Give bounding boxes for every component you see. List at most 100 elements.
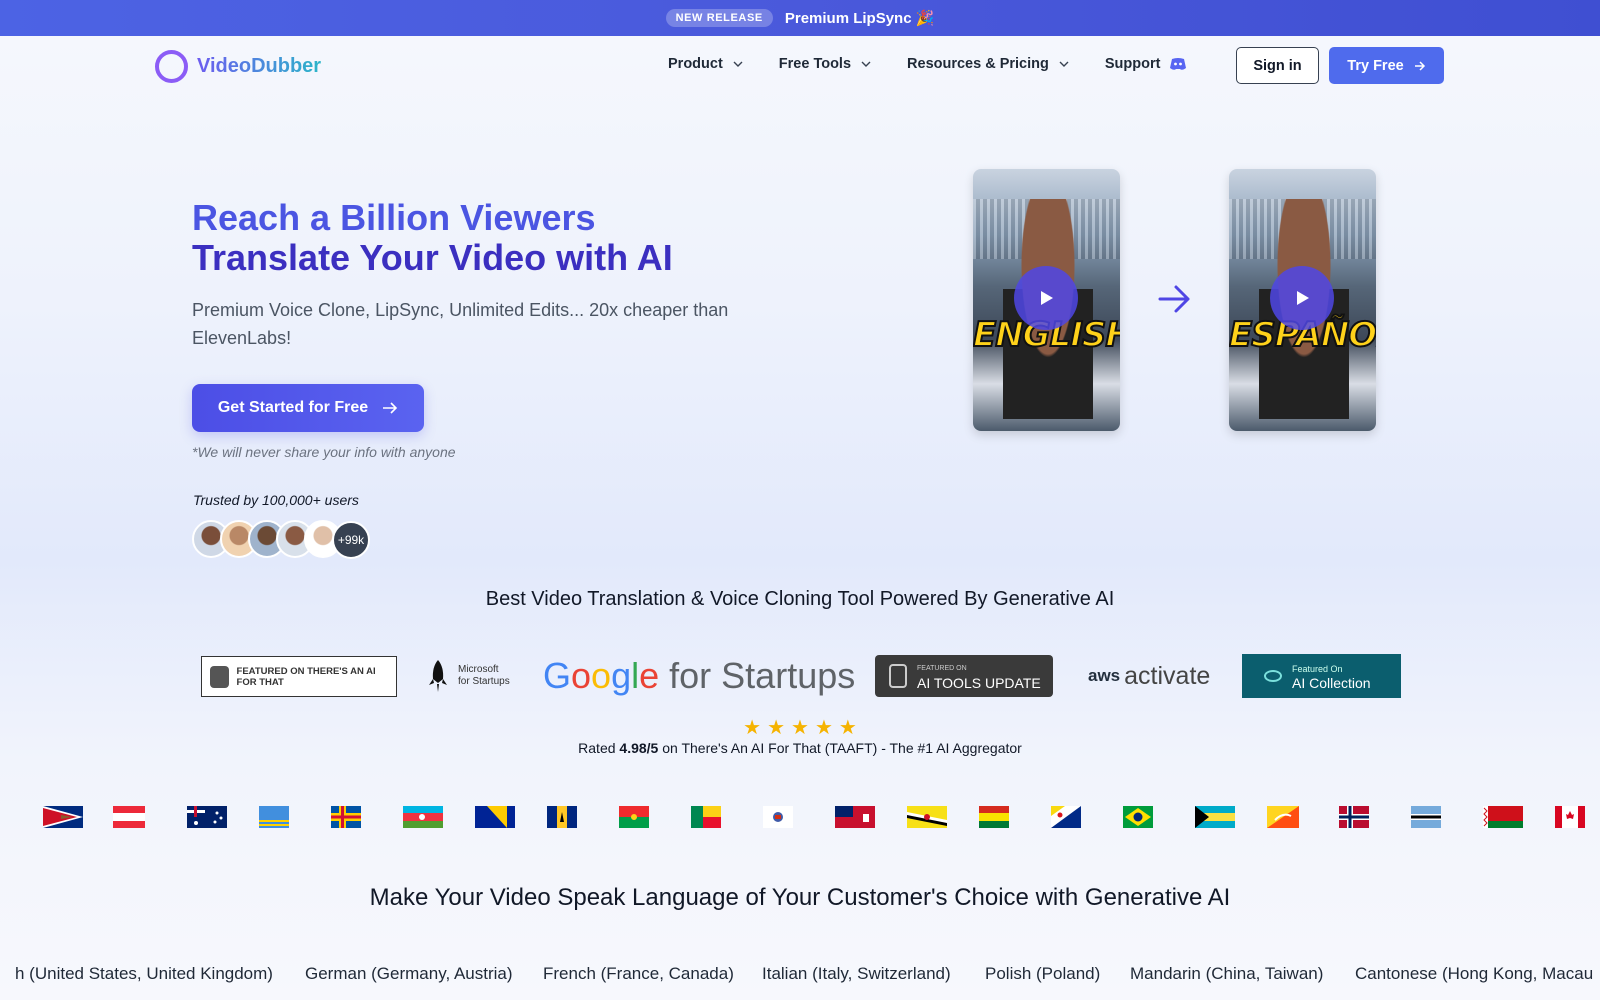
- bosnia-flag-icon: [475, 806, 515, 828]
- star-icon: ★: [743, 717, 762, 739]
- nav-item-label: Product: [668, 56, 723, 72]
- belarus-flag-icon: [1483, 806, 1523, 828]
- language-item: Italian (Italy, Switzerland): [762, 964, 951, 983]
- star-icon: ★: [838, 717, 857, 739]
- hero-title-line1: Reach a Billion Viewers: [192, 197, 596, 238]
- rating-stars: ★ ★ ★ ★ ★: [0, 718, 1600, 738]
- logo-text: VideoDubber: [197, 55, 322, 77]
- brunei-flag-icon: [907, 806, 947, 828]
- google-suffix: for Startups: [669, 655, 856, 696]
- language-item: French (France, Canada): [543, 964, 734, 983]
- logo-ring-icon: [155, 50, 188, 83]
- ai-collection-small: Featured On: [1292, 664, 1343, 674]
- sign-in-button[interactable]: Sign in: [1236, 47, 1319, 84]
- taaft-icon: [210, 665, 229, 688]
- ai-tools-label: AI TOOLS UPDATE: [917, 675, 1041, 691]
- canada-flag-icon: [1555, 806, 1585, 828]
- microsoft-startups-logo[interactable]: Microsoft for Startups: [428, 654, 512, 698]
- star-icon: ★: [791, 717, 809, 739]
- language-item: German (Germany, Austria): [305, 964, 513, 983]
- brazil-flag-icon: [1123, 806, 1153, 828]
- ai-tools-update-logo[interactable]: FEATURED ON AI TOOLS UPDATE: [875, 655, 1053, 697]
- video-card-translated[interactable]: ESPAÑOL: [1229, 169, 1376, 431]
- nav-item-label: Resources & Pricing: [907, 56, 1049, 72]
- languages-marquee: h (United States, United Kingdom) German…: [0, 964, 1600, 988]
- bolivia-flag-icon: [979, 806, 1009, 828]
- tagline: Best Video Translation & Voice Cloning T…: [485, 588, 1115, 610]
- ai-collection-label: AI Collection: [1292, 675, 1371, 691]
- arrow-right-icon: [1414, 60, 1425, 71]
- bermuda-flag-icon: [835, 806, 875, 828]
- google-wordmark: Google: [543, 655, 660, 696]
- try-free-label: Try Free: [1347, 57, 1404, 74]
- get-started-label: Get Started for Free: [217, 399, 369, 416]
- barbados-flag-icon: [547, 806, 577, 828]
- announcement-title[interactable]: Premium LipSync 🎉: [785, 9, 935, 27]
- ai-collection-logo-text: Featured On AI Collection: [1292, 662, 1371, 690]
- taaft-logo[interactable]: FEATURED ON THERE'S AN AI FOR THAT: [201, 656, 397, 697]
- aws-wordmark: aws: [1088, 666, 1121, 685]
- featured-logos: FEATURED ON THERE'S AN AI FOR THAT Micro…: [0, 654, 1600, 698]
- rating-prefix: Rated: [578, 740, 620, 756]
- chevron-down-icon: [1059, 61, 1069, 67]
- play-icon: [1041, 291, 1053, 305]
- try-free-button[interactable]: Try Free: [1329, 47, 1444, 84]
- new-release-badge: NEW RELEASE: [665, 9, 773, 27]
- nav-links: Product Free Tools Resources & Pricing S…: [668, 56, 1222, 72]
- aws-activate-text: activate: [1124, 661, 1211, 690]
- discord-icon: [1170, 58, 1187, 70]
- arrow-right-icon: [1158, 285, 1190, 313]
- announcement-bar[interactable]: NEW RELEASE Premium LipSync 🎉: [0, 0, 1600, 36]
- bahamas-flag-icon: [1195, 806, 1235, 828]
- chevron-down-icon: [733, 61, 743, 67]
- taaft-logo-text: FEATURED ON THERE'S AN AI FOR THAT: [236, 665, 376, 688]
- play-icon: [1297, 291, 1309, 305]
- nav-item-product[interactable]: Product: [668, 56, 743, 72]
- nav-item-free-tools[interactable]: Free Tools: [779, 56, 871, 72]
- bouvet-island-flag-icon: [1339, 806, 1369, 828]
- ai-tools-small: FEATURED ON: [917, 665, 967, 672]
- nav-item-resources-pricing[interactable]: Resources & Pricing: [907, 56, 1069, 72]
- ai-tools-icon: [889, 664, 907, 688]
- chevron-down-icon: [861, 61, 871, 67]
- saint-barthelemy-flag-icon: [763, 806, 793, 828]
- rocket-icon: [429, 660, 447, 692]
- top-nav: VideoDubber Product Free Tools Resources…: [0, 36, 1600, 94]
- rating-suffix: on There's An AI For That (TAAFT) - The …: [658, 740, 1022, 756]
- video-card-original[interactable]: ENGLISH: [973, 169, 1120, 431]
- burkina-faso-flag-icon: [619, 806, 649, 828]
- australia-flag-icon: [187, 806, 227, 828]
- user-avatars: +99k: [192, 520, 392, 560]
- play-button[interactable]: [1270, 266, 1334, 330]
- play-button[interactable]: [1014, 266, 1078, 330]
- privacy-note: *We will never share your info with anyo…: [192, 444, 456, 460]
- american-samoa-flag-icon: [43, 806, 83, 828]
- language-item: h (United States, United Kingdom): [15, 964, 273, 983]
- ai-tools-logo-text: FEATURED ON AI TOOLS UPDATE: [917, 662, 1041, 690]
- rating-text: Rated 4.98/5 on There's An AI For That (…: [0, 740, 1600, 756]
- hero-subtitle: Premium Voice Clone, LipSync, Unlimited …: [192, 300, 729, 348]
- benin-flag-icon: [691, 806, 721, 828]
- hero-title-line2: Translate Your Video with AI: [192, 237, 673, 278]
- language-item: Mandarin (China, Taiwan): [1130, 964, 1324, 983]
- ai-collection-logo[interactable]: Featured On AI Collection: [1242, 654, 1401, 698]
- microsoft-logo-text: Microsoft for Startups: [458, 664, 510, 687]
- nav-item-support[interactable]: Support: [1105, 56, 1187, 72]
- bonaire-flag-icon: [1051, 806, 1081, 828]
- eye-icon: [1264, 670, 1282, 682]
- google-startups-logo[interactable]: Google for Startups: [543, 654, 855, 698]
- star-icon: ★: [767, 717, 786, 739]
- get-started-button[interactable]: Get Started for Free: [192, 384, 424, 432]
- aland-flag-icon: [331, 806, 361, 828]
- austria-flag-icon: [113, 806, 145, 828]
- section-title: Make Your Video Speak Language of Your C…: [369, 884, 1231, 911]
- flag-strip: [0, 806, 1600, 828]
- aruba-flag-icon: [259, 806, 289, 828]
- logo[interactable]: VideoDubber: [155, 50, 321, 83]
- aws-activate-logo[interactable]: aws activate: [1088, 654, 1210, 698]
- avatar-more-count: +99k: [332, 521, 370, 559]
- azerbaijan-flag-icon: [403, 806, 443, 828]
- language-item: Cantonese (Hong Kong, Macau: [1355, 964, 1594, 983]
- nav-item-label: Free Tools: [778, 56, 852, 72]
- trusted-text: Trusted by 100,000+ users: [193, 492, 359, 508]
